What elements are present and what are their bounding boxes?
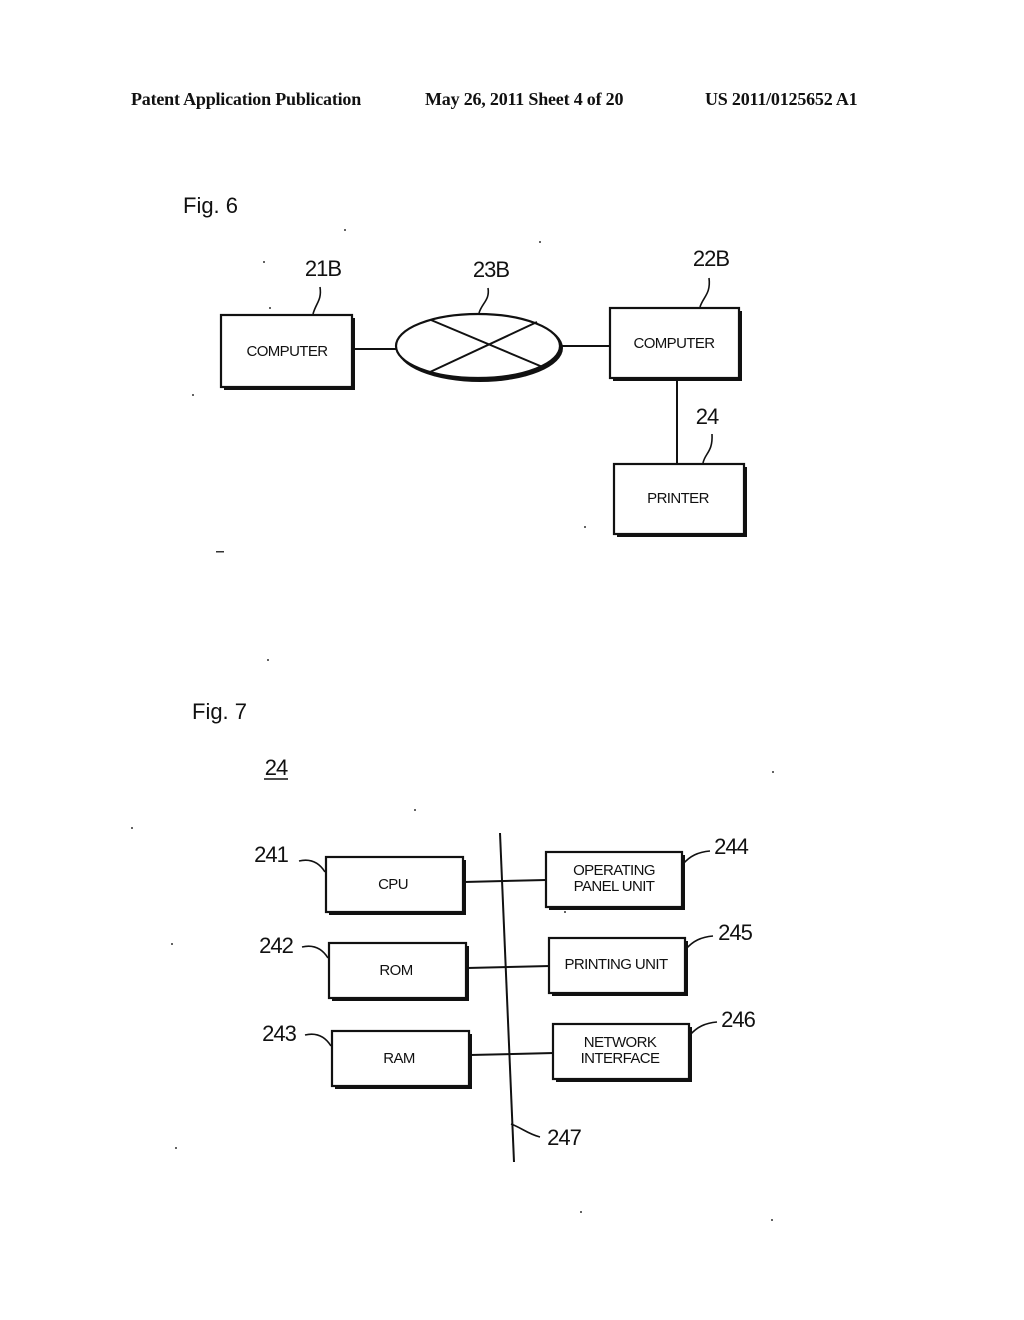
fig7-diagram: 24 247 CPU 241 ROM 242 RAM 243 OPERATING… [254, 755, 757, 1163]
block-network-interface-246: NETWORK INTERFACE 246 [551, 1007, 757, 1082]
node-network-23B: 23B [394, 257, 563, 382]
leader-23B [478, 287, 490, 314]
block-cpu-241: CPU 241 [254, 842, 466, 915]
block-printing-unit-245: PRINTING UNIT 245 [547, 920, 754, 996]
bus-link-rom [466, 965, 551, 969]
bus-link-cpu [463, 879, 547, 883]
block-244-text-line1: OPERATING [573, 862, 655, 879]
node-24-text: PRINTER [647, 490, 709, 507]
block-245-text: PRINTING UNIT [564, 956, 667, 973]
leader-242 [301, 945, 329, 959]
block-244-text-line2: PANEL UNIT [574, 878, 655, 895]
block-241-text: CPU [378, 876, 408, 893]
block-243-text: RAM [383, 1050, 415, 1067]
ref-246: 246 [721, 1007, 755, 1032]
ref-242: 242 [259, 933, 293, 958]
node-printer-24: PRINTER 24 [612, 404, 747, 537]
node-computer-22B: COMPUTER 22B [608, 246, 742, 381]
system-bus-247 [499, 832, 515, 1163]
leader-245 [685, 935, 714, 950]
leader-244 [682, 850, 711, 865]
node-22B-text: COMPUTER [633, 335, 715, 352]
node-computer-21B: COMPUTER 21B [219, 256, 355, 390]
ref-23B: 23B [473, 257, 509, 282]
ref-243: 243 [262, 1021, 296, 1046]
block-246-text-line1: NETWORK [584, 1034, 657, 1051]
leader-241 [298, 859, 326, 873]
fig6-diagram: COMPUTER 21B 23B COMPUTER 22B PRINTER 24 [219, 246, 747, 537]
leader-247 [510, 1123, 541, 1138]
fig7-subject-ref: 24 [265, 755, 288, 780]
node-21B-text: COMPUTER [246, 343, 328, 360]
leader-243 [304, 1033, 332, 1047]
patent-drawing: COMPUTER 21B 23B COMPUTER 22B PRINTER 24… [131, 229, 774, 1221]
ref-244: 244 [714, 834, 748, 859]
ref-21B: 21B [305, 256, 341, 281]
bus-link-ram [469, 1052, 555, 1056]
leader-22B [699, 277, 711, 308]
block-ram-243: RAM 243 [262, 1021, 472, 1089]
ref-22B: 22B [693, 246, 729, 271]
ref-241: 241 [254, 842, 288, 867]
block-246-text-line2: INTERFACE [581, 1050, 660, 1067]
ref-24: 24 [696, 404, 719, 429]
leader-246 [689, 1021, 718, 1036]
block-rom-242: ROM 242 [259, 933, 469, 1001]
ref-245: 245 [718, 920, 752, 945]
ref-247: 247 [547, 1125, 581, 1150]
block-operating-panel-244: OPERATING PANEL UNIT 244 [544, 834, 750, 910]
block-242-text: ROM [379, 962, 412, 979]
leader-24 [702, 433, 713, 464]
leader-21B [312, 286, 322, 315]
